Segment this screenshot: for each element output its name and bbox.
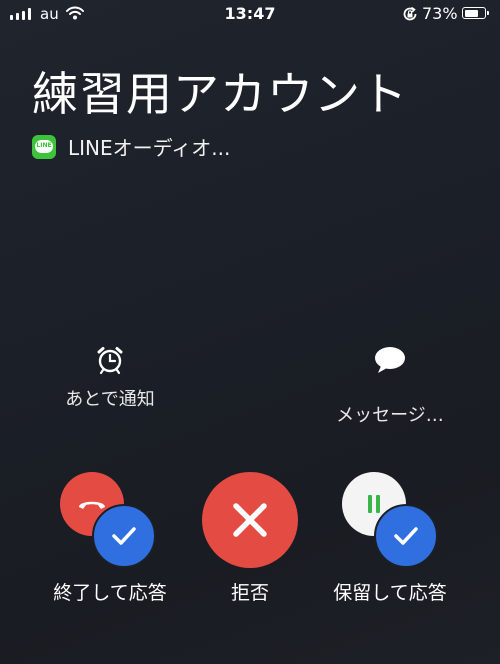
hold-and-accept-label: 保留して応答 <box>333 582 447 604</box>
alarm-clock-icon <box>97 347 123 375</box>
hold-and-accept-button[interactable]: 保留して応答 <box>320 470 460 610</box>
caller-name: 練習用アカウント <box>32 67 408 121</box>
end-and-accept-label: 終了して応答 <box>53 582 167 604</box>
line-app-icon: LINE <box>32 134 56 159</box>
call-app-label: LINEオーディオ... <box>68 136 231 160</box>
end-and-accept-button[interactable]: 終了して応答 <box>40 470 180 610</box>
message-button[interactable]: メッセージ… <box>320 345 460 427</box>
speech-bubble-icon <box>375 347 405 373</box>
checkmark-icon <box>394 527 418 545</box>
close-icon <box>233 503 267 537</box>
pause-icon <box>368 495 380 513</box>
decline-label: 拒否 <box>230 582 269 604</box>
remind-later-button[interactable]: あとで通知 <box>40 345 180 411</box>
accept-circle <box>374 504 438 568</box>
battery-percent: 73% <box>422 4 458 23</box>
accept-circle <box>92 504 156 568</box>
line-app-icon-text: LINE <box>36 141 52 149</box>
rotation-lock-icon <box>403 6 417 21</box>
call-app-row: LINE LINEオーディオ... <box>32 132 230 161</box>
checkmark-icon <box>112 527 136 545</box>
battery-icon <box>462 7 489 19</box>
phone-hangup-icon <box>79 501 105 509</box>
status-bar: au 13:47 73% <box>0 0 500 30</box>
remind-later-label: あとで通知 <box>65 389 155 410</box>
message-label: メッセージ… <box>336 405 444 426</box>
decline-button[interactable]: 拒否 <box>190 470 310 610</box>
decline-circle <box>202 472 298 568</box>
